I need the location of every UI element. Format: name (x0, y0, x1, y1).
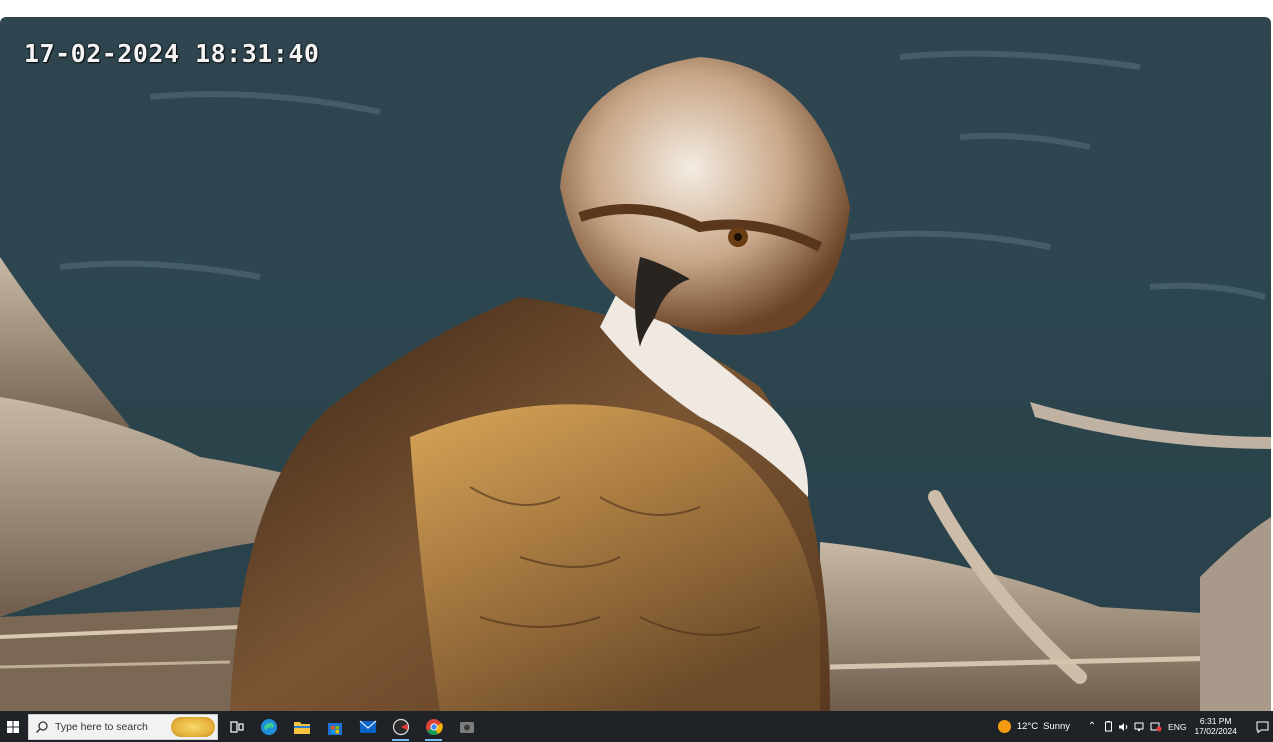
weather-temp: 12°C (1016, 721, 1039, 732)
weather-condition: Sunny (1043, 721, 1071, 732)
task-view-button[interactable] (222, 711, 252, 742)
app-icon (392, 718, 409, 735)
taskbar-search-box[interactable]: Type here to search (28, 713, 218, 740)
video-frame: 17-02-2024 18:31:40 (0, 17, 1271, 711)
clock-date: 17/02/2024 (1194, 725, 1237, 736)
search-highlight-image (171, 716, 215, 737)
battery-icon[interactable] (1100, 711, 1116, 742)
edge-browser-icon (260, 718, 277, 735)
chrome-icon (425, 718, 443, 735)
taskbar-clock[interactable]: 6:31 PM 17/02/2024 (1194, 716, 1237, 737)
start-button[interactable] (0, 711, 26, 742)
taskbar-app-store[interactable] (318, 711, 351, 742)
sun-icon (997, 720, 1011, 733)
search-placeholder: Type here to search (55, 720, 148, 733)
mail-icon (359, 720, 376, 733)
taskbar-app-chrome[interactable] (417, 711, 450, 742)
weather-widget[interactable]: 12°C Sunny (997, 720, 1071, 733)
taskbar-app-camera[interactable] (450, 711, 483, 742)
camera-icon (459, 721, 474, 733)
taskbar-app-file-explorer[interactable] (285, 711, 318, 742)
network-icon[interactable] (1132, 711, 1148, 742)
volume-icon[interactable] (1116, 711, 1132, 742)
search-icon (36, 720, 48, 733)
windows-logo-icon (7, 720, 19, 733)
windows-taskbar: Type here to search 12°C Sunny ⌃ ENG 6:3… (0, 711, 1273, 742)
taskbar-app-mail[interactable] (351, 711, 384, 742)
taskbar-app-edge[interactable] (252, 711, 285, 742)
folder-icon (293, 721, 310, 734)
taskbar-app-red[interactable] (384, 711, 417, 742)
osprey-scene (0, 50, 1271, 711)
security-alert-icon[interactable] (1148, 711, 1164, 742)
system-tray: 12°C Sunny ⌃ ENG 6:31 PM 17/02/2024 (997, 711, 1273, 742)
camera-timestamp: 17-02-2024 18:31:40 (24, 39, 320, 68)
notifications-button[interactable] (1251, 711, 1273, 742)
store-icon (327, 722, 342, 735)
task-view-icon (230, 720, 244, 733)
notification-icon (1256, 721, 1268, 733)
chevron-up-icon[interactable]: ⌃ (1084, 711, 1100, 742)
language-indicator[interactable]: ENG (1168, 722, 1186, 732)
